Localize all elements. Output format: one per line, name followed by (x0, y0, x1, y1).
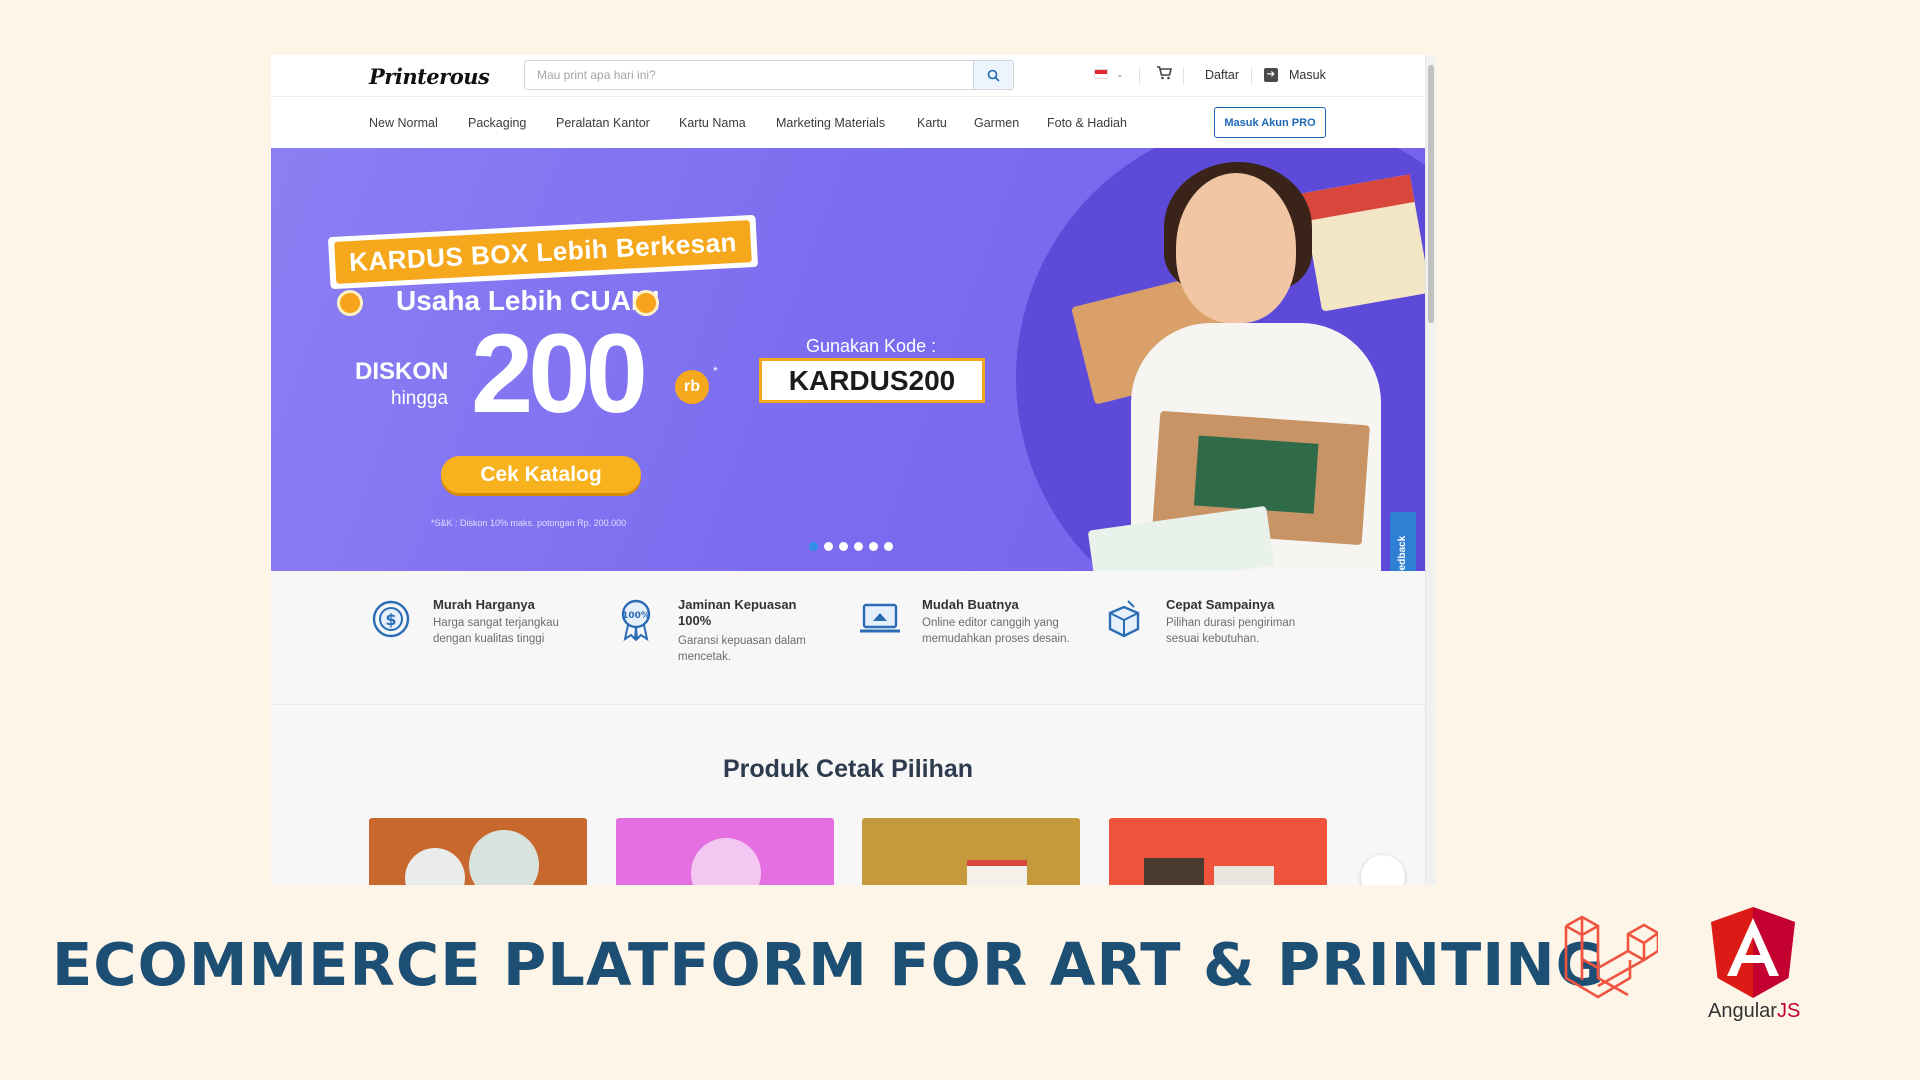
category-kartu[interactable]: Kartu (917, 116, 947, 130)
caption-title: ECOMMERCE PLATFORM FOR ART & PRINTING (52, 930, 1606, 999)
angular-label: AngularJS (1708, 1000, 1801, 1023)
category-garmen[interactable]: Garmen (974, 116, 1019, 130)
carousel-dot[interactable] (884, 542, 893, 551)
indonesia-flag-icon[interactable] (1094, 69, 1108, 79)
discount-label: DISKON (355, 358, 449, 385)
carousel-dot[interactable] (839, 542, 848, 551)
hero-banner[interactable]: KARDUS BOX Lebih Berkesan Usaha Lebih CU… (271, 148, 1425, 571)
category-foto-hadiah[interactable]: Foto & Hadiah (1047, 116, 1127, 130)
feature-description: Online editor canggih yang memudahkan pr… (922, 617, 1070, 645)
angular-label-js: JS (1776, 1000, 1801, 1022)
discount-up-to: hingga (391, 388, 449, 409)
search-icon (987, 69, 1000, 82)
search-bar (524, 60, 1014, 90)
carousel-dot[interactable] (824, 542, 833, 551)
catalog-button[interactable]: Cek Katalog (441, 456, 641, 493)
discount-asterisk: * (713, 364, 718, 378)
carousel-dot[interactable] (809, 542, 818, 551)
products-heading: Produk Cetak Pilihan (722, 755, 974, 783)
box-delivery-icon (1108, 600, 1140, 638)
angular-logo (1711, 907, 1795, 998)
angular-label-main: Angular (1708, 1000, 1777, 1022)
terms-text: *S&K : Diskon 10% maks. potongan Rp. 200… (431, 518, 627, 528)
feature-title: Jaminan Kepuasan 100% (678, 597, 797, 628)
carousel-dot[interactable] (854, 542, 863, 551)
model-image (1176, 173, 1296, 323)
website-screenshot: Printerous ⌄ Daftar ➔ Masuk New Normal P… (271, 55, 1436, 885)
search-input[interactable] (525, 61, 973, 89)
carousel-next-button[interactable] (1361, 855, 1405, 885)
category-new-normal[interactable]: New Normal (369, 116, 438, 130)
feature-title: Mudah Buatnya (922, 597, 1019, 612)
laravel-logo (1564, 915, 1658, 999)
promo-ribbon-text: KARDUS BOX Lebih Berkesan (334, 220, 752, 284)
category-marketing-materials[interactable]: Marketing Materials (776, 116, 885, 130)
carousel-dot[interactable] (869, 542, 878, 551)
product-box-image (1301, 174, 1425, 312)
carousel-indicators (809, 542, 893, 551)
search-button[interactable] (973, 61, 1013, 89)
category-kartu-nama[interactable]: Kartu Nama (679, 116, 746, 130)
login-icon[interactable]: ➔ (1264, 68, 1278, 82)
category-peralatan-kantor[interactable]: Peralatan Kantor (556, 116, 650, 130)
scrollbar[interactable] (1425, 55, 1436, 885)
featured-products: Produk Cetak Pilihan (271, 705, 1425, 885)
product-card[interactable] (1109, 818, 1327, 885)
discount-unit: rb (675, 370, 709, 404)
top-header: Printerous ⌄ Daftar ➔ Masuk (271, 55, 1425, 97)
category-packaging[interactable]: Packaging (468, 116, 526, 130)
feedback-label: Feedback (1397, 535, 1408, 571)
logo[interactable]: Printerous (369, 64, 490, 89)
pro-login-button[interactable]: Masuk Akun PRO (1214, 107, 1326, 138)
product-card[interactable] (616, 818, 834, 885)
feature-description: Garansi kepuasan dalam mencetak. (678, 635, 806, 663)
feature-description: Harga sangat terjangkau dengan kualitas … (433, 617, 559, 645)
svg-text:100%: 100% (622, 611, 650, 621)
promo-code-label: Gunakan Kode : (806, 336, 937, 356)
login-link[interactable]: Masuk (1289, 68, 1326, 82)
svg-text:$: $ (385, 610, 396, 629)
laptop-editor-icon (860, 603, 900, 633)
feature-title: Cepat Sampainya (1166, 597, 1275, 612)
feature-title: Murah Harganya (433, 597, 535, 612)
cart-icon[interactable] (1156, 66, 1173, 85)
promo-code: KARDUS200 (759, 358, 985, 403)
dollar-cycle-icon: $ (372, 600, 410, 638)
discount-value: 200 (471, 311, 648, 436)
feedback-tab[interactable]: Feedback (1390, 512, 1416, 571)
promo-ribbon: KARDUS BOX Lebih Berkesan (327, 214, 759, 290)
register-link[interactable]: Daftar (1205, 68, 1239, 82)
badge-100-icon: 100% (621, 599, 651, 641)
category-nav: New Normal Packaging Peralatan Kantor Ka… (271, 98, 1425, 148)
chevron-down-icon[interactable]: ⌄ (1116, 69, 1124, 80)
product-card[interactable] (369, 818, 587, 885)
product-card[interactable] (862, 818, 1080, 885)
sun-icon (337, 290, 363, 316)
features-strip: $ Murah Harganya Harga sangat terjangkau… (271, 571, 1425, 705)
scrollbar-thumb[interactable] (1428, 65, 1434, 323)
feature-description: Pilihan durasi pengiriman sesuai kebutuh… (1166, 617, 1296, 645)
